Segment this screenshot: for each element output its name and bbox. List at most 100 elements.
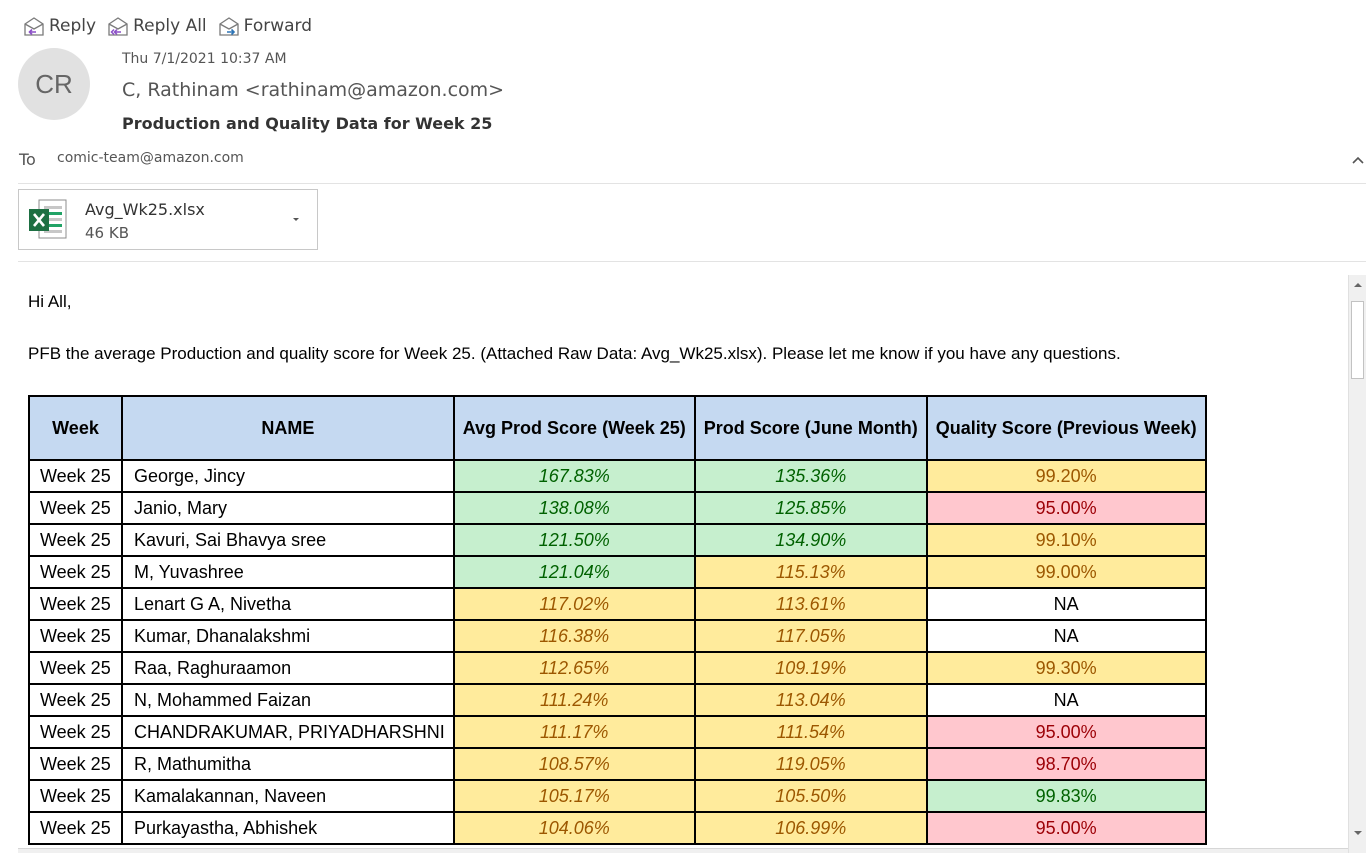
message-toolbar: Reply Reply All Forward xyxy=(20,12,316,40)
cell-quality: 99.83% xyxy=(925,779,1207,813)
cell-week: Week 25 xyxy=(28,587,123,621)
cell-week: Week 25 xyxy=(28,811,123,845)
cell-week: Week 25 xyxy=(28,459,123,493)
attachment-name: Avg_Wk25.xlsx xyxy=(85,200,205,219)
horizontal-scrollbar[interactable] xyxy=(18,848,1348,853)
vertical-scrollbar[interactable] xyxy=(1348,275,1366,853)
cell-june-prod: 119.05% xyxy=(693,747,928,781)
cell-week: Week 25 xyxy=(28,491,123,525)
cell-quality: NA xyxy=(925,683,1207,717)
cell-week: Week 25 xyxy=(28,779,123,813)
table-header-row: Week NAME Avg Prod Score (Week 25) Prod … xyxy=(28,395,1207,461)
header-quality: Quality Score (Previous Week) xyxy=(925,395,1207,461)
scroll-up-icon[interactable] xyxy=(1349,275,1366,295)
cell-june-prod: 105.50% xyxy=(693,779,928,813)
cell-quality: 98.70% xyxy=(925,747,1207,781)
table-row: Week 25 M, Yuvashree 121.04% 115.13% 99.00% xyxy=(28,555,1207,589)
table-row: Week 25 N, Mohammed Faizan 111.24% 113.04% N… xyxy=(28,683,1207,717)
cell-name: M, Yuvashree xyxy=(121,555,455,589)
cell-name: R, Mathumitha xyxy=(121,747,455,781)
cell-avg-prod: 121.50% xyxy=(452,523,696,557)
cell-june-prod: 125.85% xyxy=(693,491,928,525)
table-row: Week 25 Lenart G A, Nivetha 117.02% 113.61%… xyxy=(28,587,1207,621)
cell-avg-prod: 112.65% xyxy=(452,651,696,685)
cell-name: Kamalakannan, Naveen xyxy=(121,779,455,813)
chevron-up-icon[interactable] xyxy=(1350,152,1366,168)
cell-quality: 99.20% xyxy=(925,459,1207,493)
cell-june-prod: 117.05% xyxy=(693,619,928,653)
cell-name: N, Mohammed Faizan xyxy=(121,683,455,717)
cell-quality: 95.00% xyxy=(925,811,1207,845)
cell-name: Janio, Mary xyxy=(121,491,455,525)
to-label: To xyxy=(19,150,36,169)
message-text: PFB the average Production and quality s… xyxy=(28,344,1121,363)
cell-name: Lenart G A, Nivetha xyxy=(121,587,455,621)
cell-avg-prod: 111.17% xyxy=(452,715,696,749)
greeting-text: Hi All, xyxy=(28,292,72,311)
chevron-down-icon[interactable] xyxy=(289,212,303,226)
header-name: NAME xyxy=(121,395,455,461)
cell-avg-prod: 138.08% xyxy=(452,491,696,525)
recipient[interactable]: comic-team@amazon.com xyxy=(57,150,244,166)
table-row: Week 25 Janio, Mary 138.08% 125.85% 95.00% xyxy=(28,491,1207,525)
cell-june-prod: 134.90% xyxy=(693,523,928,557)
header-divider xyxy=(18,183,1366,184)
cell-week: Week 25 xyxy=(28,619,123,653)
cell-quality: NA xyxy=(925,587,1207,621)
forward-label: Forward xyxy=(243,16,313,36)
table-row: Week 25 George, Jincy 167.83% 135.36% 99.20% xyxy=(28,459,1207,493)
reply-all-label: Reply All xyxy=(133,16,207,36)
cell-quality: 95.00% xyxy=(925,715,1207,749)
cell-week: Week 25 xyxy=(28,555,123,589)
attachment-card[interactable]: Avg_Wk25.xlsx 46 KB xyxy=(18,189,318,250)
cell-week: Week 25 xyxy=(28,715,123,749)
sender-avatar: CR xyxy=(18,48,90,120)
cell-week: Week 25 xyxy=(28,651,123,685)
cell-name: George, Jincy xyxy=(121,459,455,493)
attachment-size: 46 KB xyxy=(85,224,129,242)
cell-name: Raa, Raghuraamon xyxy=(121,651,455,685)
cell-june-prod: 115.13% xyxy=(693,555,928,589)
cell-quality: 99.30% xyxy=(925,651,1207,685)
cell-june-prod: 106.99% xyxy=(693,811,928,845)
reply-all-icon xyxy=(108,17,128,36)
cell-avg-prod: 105.17% xyxy=(452,779,696,813)
cell-june-prod: 113.04% xyxy=(693,683,928,717)
cell-quality: NA xyxy=(925,619,1207,653)
cell-avg-prod: 117.02% xyxy=(452,587,696,621)
cell-avg-prod: 167.83% xyxy=(452,459,696,493)
reply-button[interactable]: Reply xyxy=(20,12,100,40)
reply-label: Reply xyxy=(49,16,97,36)
header-june-prod: Prod Score (June Month) xyxy=(693,395,928,461)
forward-button[interactable]: Forward xyxy=(215,12,316,40)
cell-name: Purkayastha, Abhishek xyxy=(121,811,455,845)
table-row: Week 25 Raa, Raghuraamon 112.65% 109.19% 99.… xyxy=(28,651,1207,685)
table-row: Week 25 Kavuri, Sai Bhavya sree 121.50% 134… xyxy=(28,523,1207,557)
cell-quality: 99.00% xyxy=(925,555,1207,589)
table-row: Week 25 R, Mathumitha 108.57% 119.05% 98.70% xyxy=(28,747,1207,781)
cell-june-prod: 111.54% xyxy=(693,715,928,749)
scroll-down-icon[interactable] xyxy=(1349,823,1366,843)
table-row: Week 25 CHANDRAKUMAR, PRIYADHARSHNI 111.17… xyxy=(28,715,1207,749)
cell-name: CHANDRAKUMAR, PRIYADHARSHNI xyxy=(121,715,455,749)
sender-name[interactable]: C, Rathinam <rathinam@amazon.com> xyxy=(122,79,504,101)
cell-week: Week 25 xyxy=(28,683,123,717)
cell-avg-prod: 116.38% xyxy=(452,619,696,653)
cell-avg-prod: 121.04% xyxy=(452,555,696,589)
cell-avg-prod: 108.57% xyxy=(452,747,696,781)
scrollbar-thumb[interactable] xyxy=(1351,301,1364,379)
cell-quality: 95.00% xyxy=(925,491,1207,525)
cell-june-prod: 135.36% xyxy=(693,459,928,493)
forward-icon xyxy=(219,17,239,36)
table-row: Week 25 Kamalakannan, Naveen 105.17% 105.50… xyxy=(28,779,1207,813)
email-subject: Production and Quality Data for Week 25 xyxy=(122,114,493,133)
cell-week: Week 25 xyxy=(28,523,123,557)
cell-week: Week 25 xyxy=(28,747,123,781)
cell-avg-prod: 104.06% xyxy=(452,811,696,845)
sent-date: Thu 7/1/2021 10:37 AM xyxy=(122,51,287,67)
header-week: Week xyxy=(28,395,123,461)
table-row: Week 25 Kumar, Dhanalakshmi 116.38% 117.05%… xyxy=(28,619,1207,653)
reply-all-button[interactable]: Reply All xyxy=(104,12,211,40)
cell-avg-prod: 111.24% xyxy=(452,683,696,717)
cell-june-prod: 113.61% xyxy=(693,587,928,621)
